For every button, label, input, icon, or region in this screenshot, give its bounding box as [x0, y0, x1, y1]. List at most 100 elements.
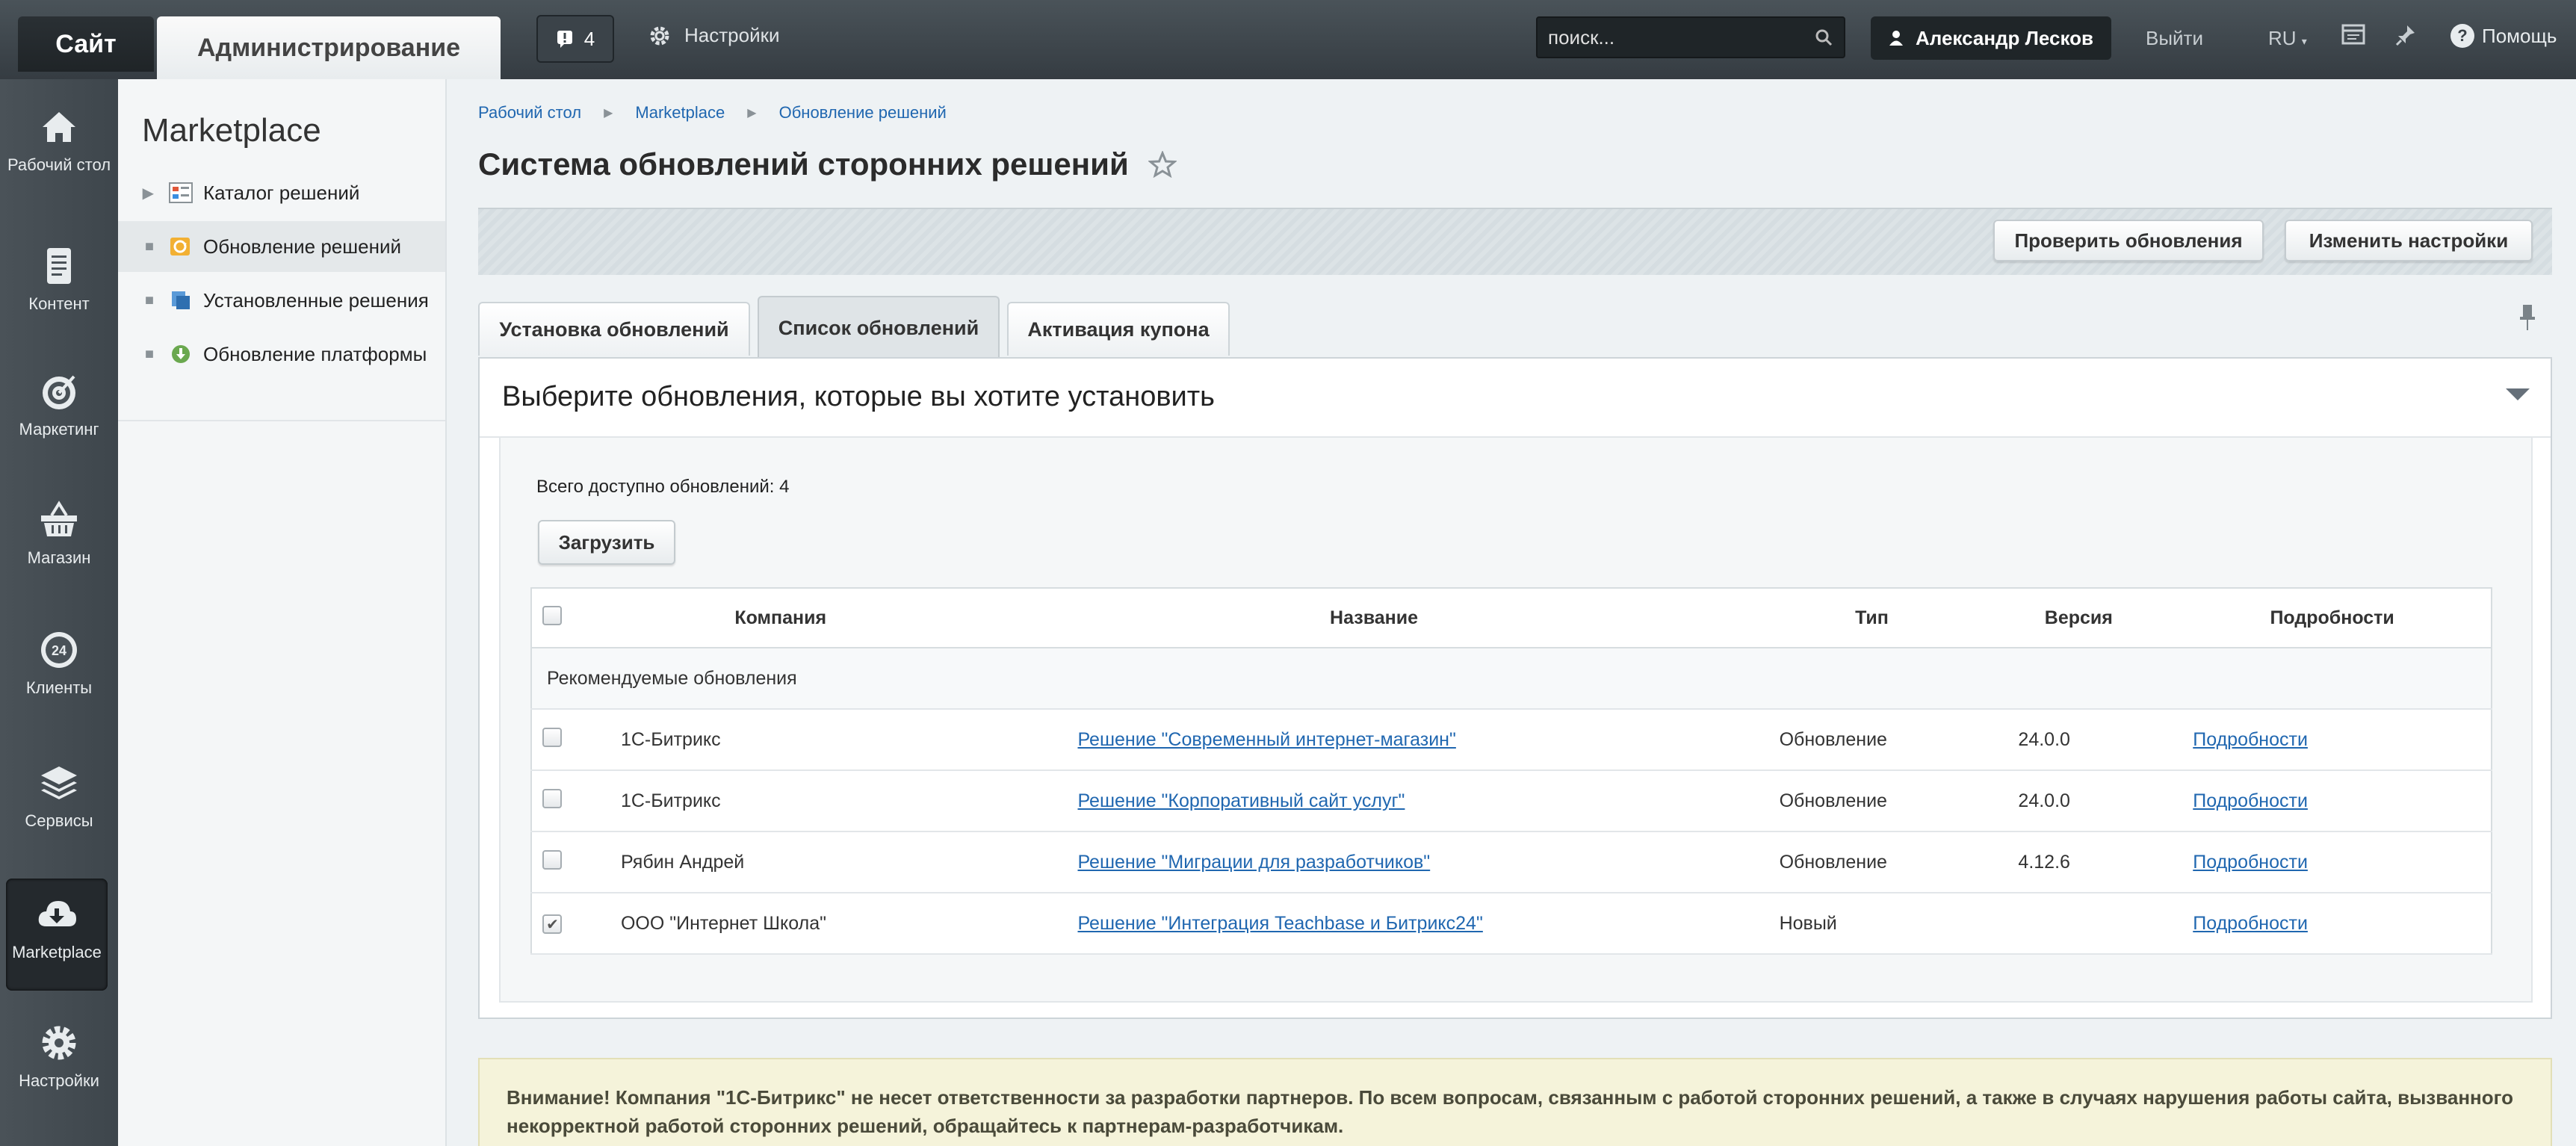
- settings-label: Настройки: [684, 24, 780, 46]
- help-label: Помощь: [2482, 24, 2557, 47]
- solution-link[interactable]: Решение "Корпоративный сайт услуг": [1077, 790, 1405, 811]
- details-link[interactable]: Подробности: [2193, 913, 2308, 934]
- name-cell: Решение "Корпоративный сайт услуг": [988, 770, 1760, 832]
- type-cell: Новый: [1759, 893, 1984, 955]
- tab-coupon-activation[interactable]: Активация купона: [1007, 302, 1230, 356]
- name-cell: Решение "Современный интернет-магазин": [988, 709, 1760, 771]
- admin-tab[interactable]: Администрирование: [157, 16, 501, 79]
- nav-item-clients[interactable]: 24 Клиенты: [0, 629, 118, 698]
- nav-item-content[interactable]: Контент: [0, 245, 118, 314]
- row-select-cell: [531, 709, 573, 771]
- row-checkbox[interactable]: [542, 849, 563, 870]
- nav-item-marketing[interactable]: Маркетинг: [0, 371, 118, 439]
- header-select-all: [531, 588, 573, 648]
- main-nav: Рабочий стол Контент Маркетинг Магазин 2…: [0, 79, 118, 1146]
- user-name: Александр Лесков: [1916, 26, 2093, 49]
- details-link[interactable]: Подробности: [2193, 729, 2308, 750]
- company-cell: 1С-Битрикс: [572, 770, 988, 832]
- nav-item-settings[interactable]: Настройки: [0, 1022, 118, 1091]
- version-cell: [1984, 893, 2174, 955]
- breadcrumb-item-current[interactable]: Обновление решений: [779, 103, 947, 123]
- sidebar-item-catalog[interactable]: ▶ Каталог решений: [118, 167, 445, 218]
- chevron-down-icon: ▾: [2301, 35, 2307, 47]
- sidebar-item-platform-update[interactable]: ■ Обновление платформы: [118, 329, 445, 380]
- updates-inner: Всего доступно обновлений: 4 Загрузить К…: [499, 438, 2533, 1003]
- target-icon: [43, 375, 75, 409]
- document-icon: [47, 248, 71, 284]
- logout-link[interactable]: Выйти: [2146, 27, 2203, 50]
- star-icon[interactable]: [1148, 151, 1177, 178]
- language-value: RU: [2268, 27, 2297, 49]
- nav-label: Marketplace: [12, 943, 102, 961]
- solution-link[interactable]: Решение "Интеграция Teachbase и Битрикс2…: [1077, 913, 1482, 934]
- nav-label: Магазин: [27, 548, 91, 567]
- row-checkbox-checked[interactable]: ✔: [542, 914, 563, 934]
- nav-item-services[interactable]: Сервисы: [0, 762, 118, 831]
- sidebar-item-label: Обновление решений: [203, 235, 401, 258]
- tab-update-list[interactable]: Список обновлений: [758, 296, 1000, 359]
- search-icon[interactable]: [1814, 28, 1833, 47]
- sidebar-item-solution-updates[interactable]: ■ Обновление решений: [118, 221, 445, 272]
- table-header-row: Компания Название Тип Версия Подробности: [531, 588, 2492, 648]
- home-icon: [43, 112, 75, 142]
- row-checkbox[interactable]: [542, 788, 563, 808]
- breadcrumb-item-marketplace[interactable]: Marketplace: [635, 103, 725, 123]
- nav-item-shop[interactable]: Магазин: [0, 499, 118, 568]
- group-row: Рекомендуемые обновления: [531, 648, 2492, 710]
- check-updates-button[interactable]: Проверить обновления: [1993, 220, 2264, 261]
- breadcrumb-item-desktop[interactable]: Рабочий стол: [478, 103, 581, 123]
- collapse-arrow-icon[interactable]: [2506, 388, 2530, 400]
- nav-label: Клиенты: [25, 678, 93, 697]
- nav-item-desktop[interactable]: Рабочий стол: [0, 106, 118, 175]
- table-row: 1С-Битрикс Решение "Современный интернет…: [531, 709, 2492, 771]
- company-cell: ООО "Интернет Школа": [572, 893, 988, 955]
- site-tab[interactable]: Сайт: [18, 16, 154, 72]
- nav-label: Контент: [28, 294, 90, 313]
- version-cell: 24.0.0: [1984, 709, 2174, 771]
- details-cell: Подробности: [2173, 831, 2492, 893]
- header-type: Тип: [1759, 588, 1984, 648]
- page-title: Система обновлений сторонних решений: [478, 146, 1177, 182]
- row-select-cell: ✔: [531, 893, 573, 955]
- window-icon[interactable]: [2341, 24, 2365, 50]
- sidebar-item-installed[interactable]: ■ Установленные решения: [118, 275, 445, 326]
- change-settings-button[interactable]: Изменить настройки: [2285, 220, 2533, 261]
- help-icon: ?: [2450, 24, 2474, 48]
- type-cell: Обновление: [1759, 709, 1984, 771]
- nav-label: Настройки: [19, 1071, 99, 1090]
- table-row: Рябин Андрей Решение "Миграции для разра…: [531, 831, 2492, 893]
- details-link[interactable]: Подробности: [2193, 790, 2308, 811]
- page-title-text: Система обновлений сторонних решений: [478, 146, 1129, 182]
- expand-arrow-icon[interactable]: ▶: [118, 184, 158, 202]
- header-company: Компания: [572, 588, 988, 648]
- type-cell: Обновление: [1759, 770, 1984, 832]
- language-select[interactable]: RU ▾: [2268, 27, 2307, 50]
- name-cell: Решение "Миграции для разработчиков": [988, 831, 1760, 893]
- load-button[interactable]: Загрузить: [538, 520, 675, 565]
- user-menu[interactable]: Александр Лесков: [1871, 16, 2111, 60]
- row-select-cell: [531, 831, 573, 893]
- help-link[interactable]: ? Помощь: [2450, 24, 2557, 48]
- settings-link[interactable]: Настройки: [648, 24, 780, 47]
- select-all-checkbox[interactable]: [542, 605, 563, 625]
- installed-icon: [172, 291, 190, 309]
- solution-link[interactable]: Решение "Современный интернет-магазин": [1077, 729, 1455, 750]
- sidebar-item-label: Обновление платформы: [203, 342, 427, 365]
- row-checkbox[interactable]: [542, 727, 563, 747]
- row-select-cell: [531, 770, 573, 832]
- pin-icon[interactable]: [2395, 24, 2416, 52]
- search-input[interactable]: [1548, 25, 1814, 49]
- version-cell: 4.12.6: [1984, 831, 2174, 893]
- notification-icon: [557, 31, 572, 48]
- notifications-button[interactable]: 4: [536, 15, 614, 63]
- nav-item-marketplace[interactable]: Marketplace: [6, 879, 108, 991]
- section-sidebar: Marketplace ▶ Каталог решений ■ Обновлен…: [118, 79, 447, 1146]
- details-link[interactable]: Подробности: [2193, 852, 2308, 873]
- table-row: 1С-Битрикс Решение "Корпоративный сайт у…: [531, 770, 2492, 832]
- solution-link[interactable]: Решение "Миграции для разработчиков": [1077, 852, 1430, 873]
- tab-install-updates[interactable]: Установка обновлений: [478, 302, 750, 356]
- warning-notice: Внимание! Компания "1С-Битрикс" не несет…: [478, 1058, 2552, 1146]
- user-icon: [1889, 31, 1903, 46]
- group-label: Рекомендуемые обновления: [531, 648, 2492, 710]
- pin-icon[interactable]: [2519, 303, 2536, 338]
